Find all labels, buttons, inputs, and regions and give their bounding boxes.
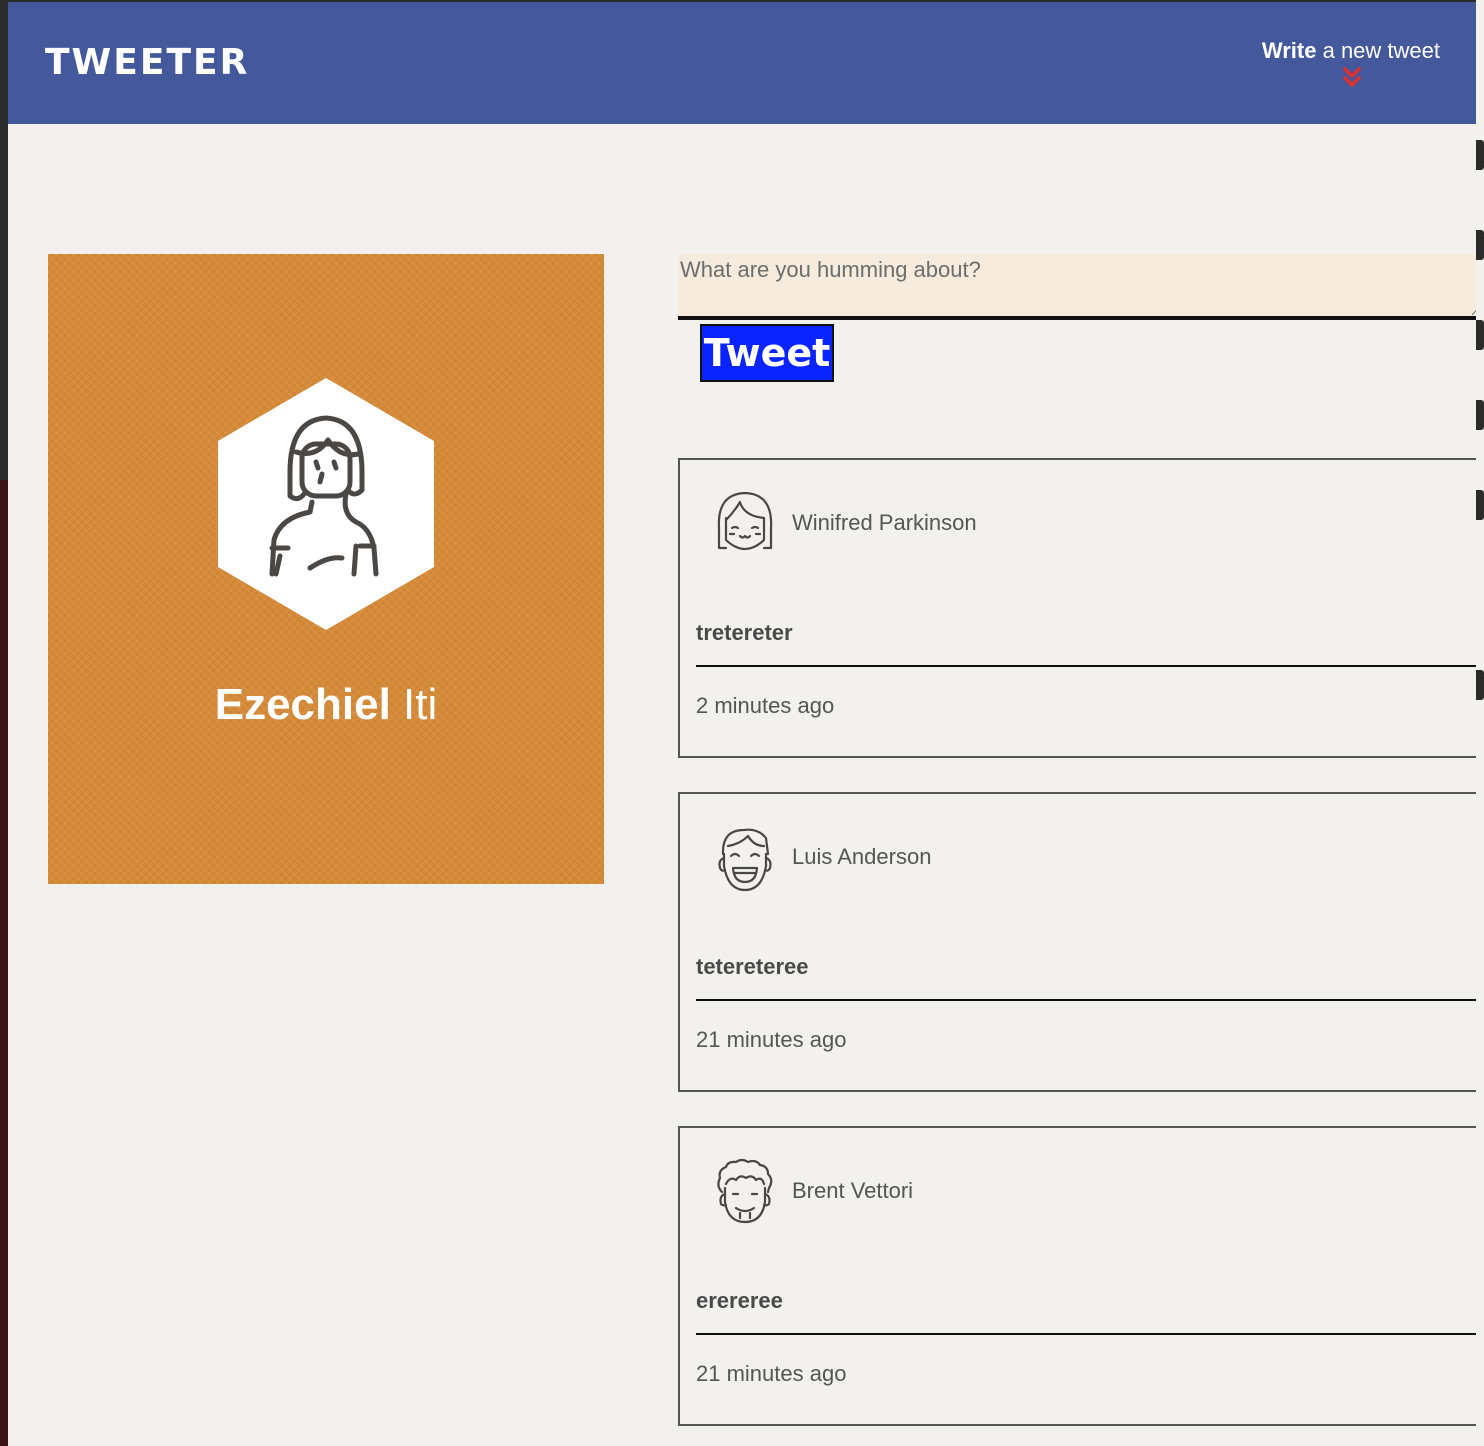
woman-hexagon-avatar-icon <box>218 378 434 630</box>
girl-bangs-avatar-icon <box>717 491 773 551</box>
write-new-tweet-link[interactable]: Write a new tweet <box>1262 38 1440 64</box>
tweet-compose-input[interactable] <box>678 254 1476 320</box>
tweet-author-name[interactable]: Brent Vettori <box>792 1178 913 1204</box>
tweet-timestamp: 21 minutes ago <box>696 1027 847 1052</box>
double-chevron-down-icon[interactable] <box>1342 66 1362 90</box>
write-label-rest: a new tweet <box>1316 38 1440 63</box>
tweet-divider <box>696 999 1476 1001</box>
tweet-card: Winifred Parkinson tretereter 2 minutes … <box>678 458 1476 758</box>
tweet-card: Brent Vettori erereree 21 minutes ago <box>678 1126 1476 1426</box>
tweet-text: tretereter <box>696 620 793 645</box>
window-right-edge <box>1476 0 1484 1446</box>
tweet-card: Luis Anderson tetereteree 21 minutes ago <box>678 792 1476 1092</box>
tweet-text: tetereteree <box>696 954 809 979</box>
page: TWEETER Write a new tweet Ezechiel Iti W… <box>8 2 1476 1446</box>
write-label-strong: Write <box>1261 38 1317 63</box>
tweet-author-name[interactable]: Winifred Parkinson <box>792 510 977 536</box>
tweet-divider <box>696 665 1476 667</box>
tweet-timestamp: 2 minutes ago <box>696 693 835 718</box>
app-logo[interactable]: TWEETER <box>45 42 249 83</box>
profile-card: Ezechiel Iti <box>48 254 604 884</box>
top-nav-bar: TWEETER Write a new tweet <box>8 2 1476 124</box>
profile-name: Ezechiel Iti <box>48 680 604 730</box>
tweet-divider <box>696 1333 1476 1335</box>
tweet-author-name[interactable]: Luis Anderson <box>792 844 931 870</box>
tweet-timestamp: 21 minutes ago <box>696 1361 847 1386</box>
window-left-edge <box>0 0 8 1446</box>
tweet-submit-button[interactable]: Tweet <box>700 324 834 382</box>
profile-first-name: Ezechiel <box>214 680 391 729</box>
curly-hair-avatar-icon <box>717 1158 773 1224</box>
boy-laughing-avatar-icon <box>718 828 772 892</box>
profile-last-name: Iti <box>390 680 438 729</box>
tweet-text: erereree <box>696 1288 783 1313</box>
